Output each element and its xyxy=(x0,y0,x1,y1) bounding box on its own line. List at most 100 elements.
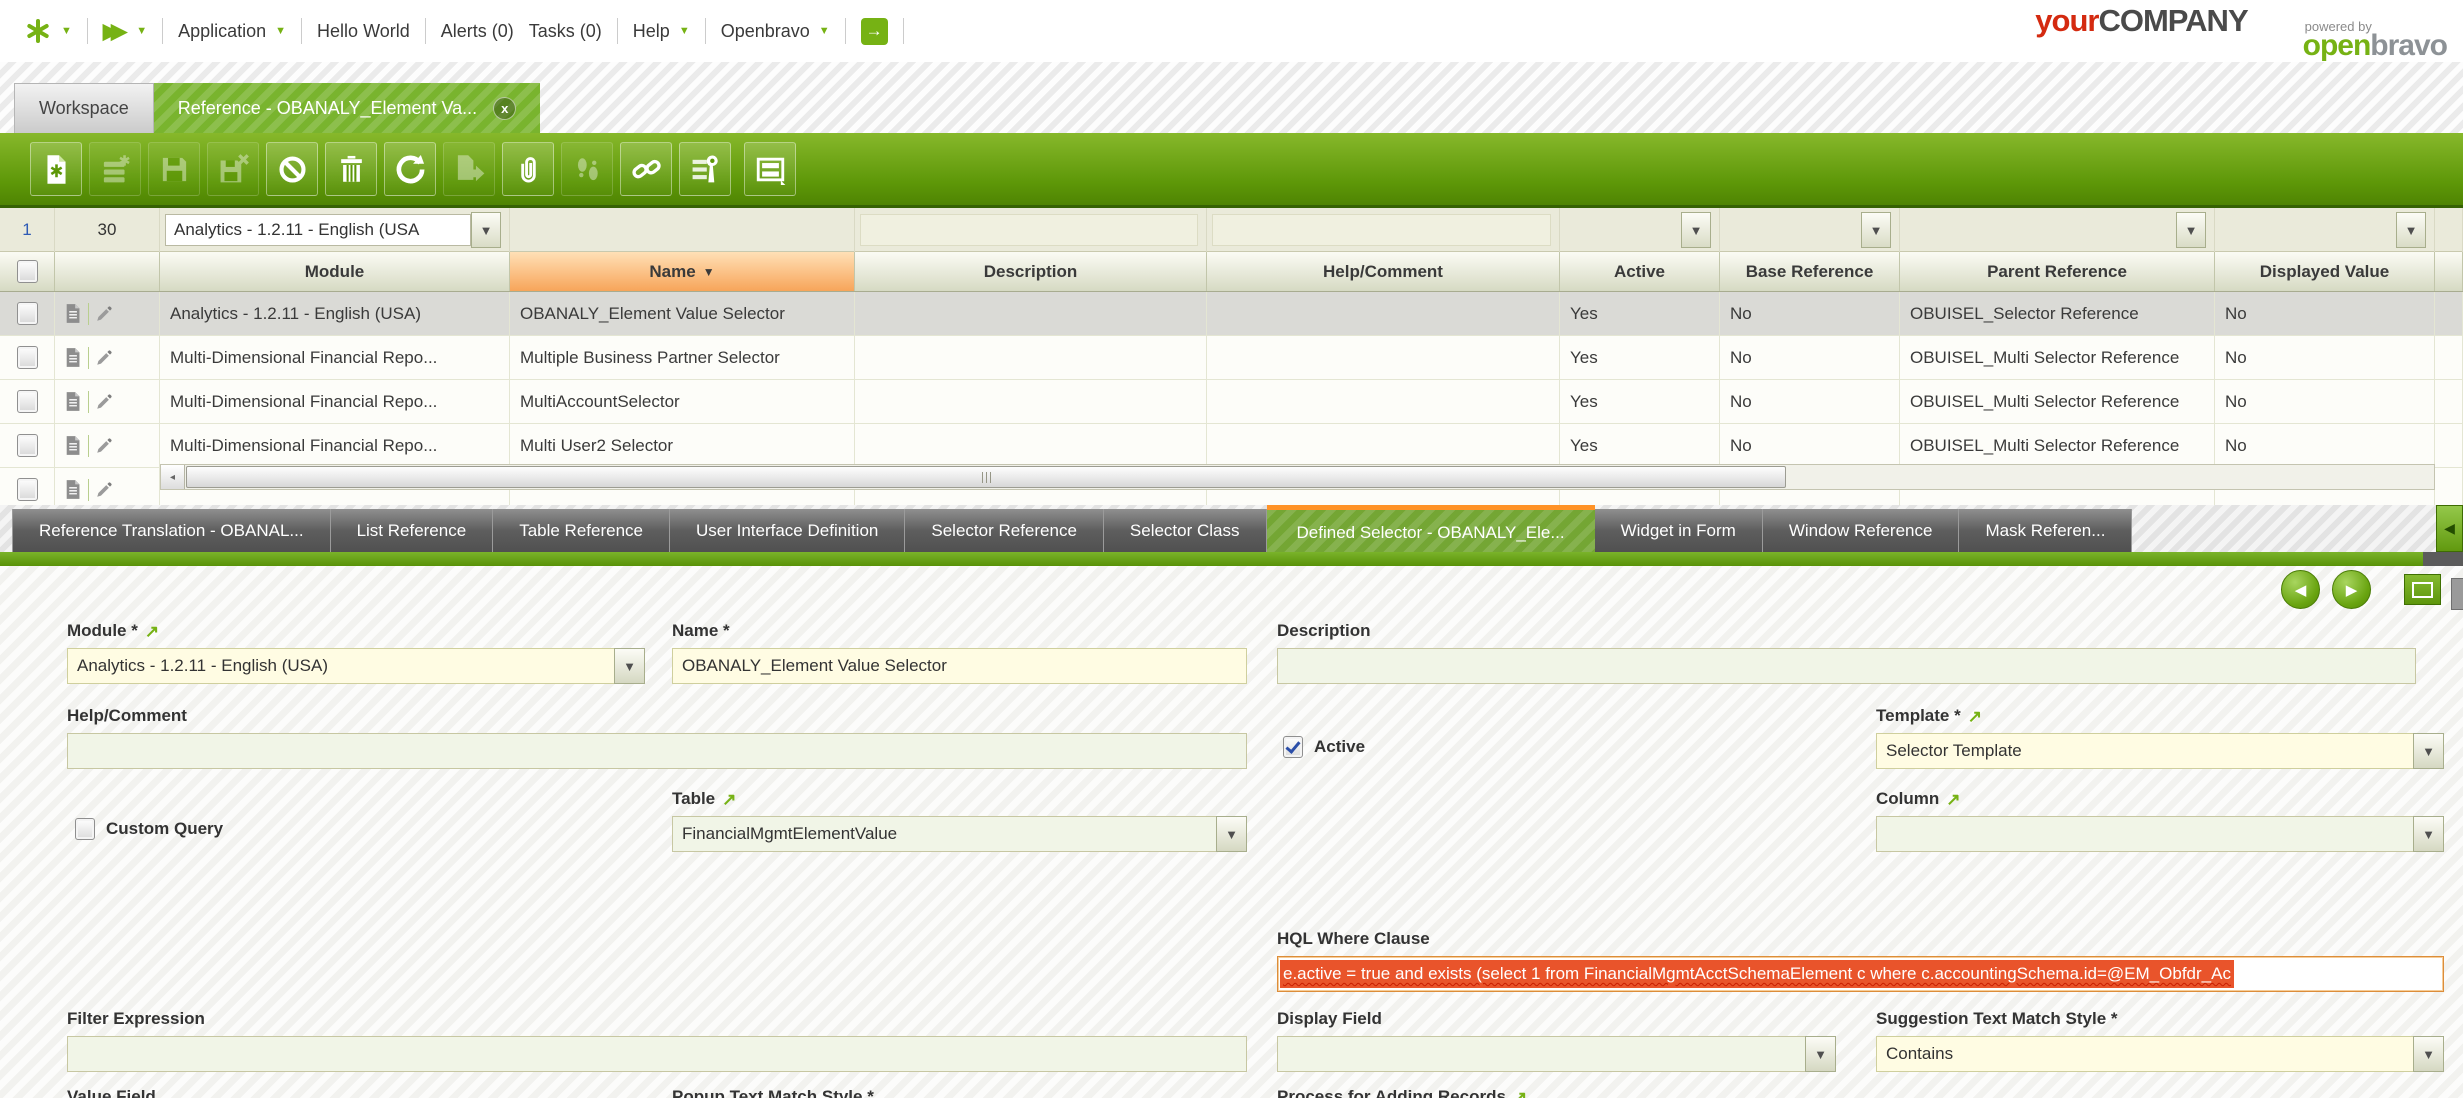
active-checkbox[interactable] xyxy=(1283,736,1303,758)
column-dropdown-button[interactable]: ▼ xyxy=(2413,816,2444,852)
base-reference-filter-dropdown-button[interactable]: ▼ xyxy=(1861,212,1891,248)
table-row[interactable]: Analytics - 1.2.11 - English (USA) OBANA… xyxy=(0,292,2463,336)
tab-selector-reference[interactable]: Selector Reference xyxy=(905,509,1104,552)
audit-trail-button[interactable] xyxy=(561,142,613,196)
row-checkbox[interactable] xyxy=(17,390,38,413)
scroll-left-button[interactable]: ◂ xyxy=(161,465,185,489)
horizontal-scrollbar[interactable]: ◂ xyxy=(160,464,2435,490)
new-row-button[interactable] xyxy=(89,142,141,196)
help-menu[interactable]: Help ▼ xyxy=(633,21,690,42)
column-header-module[interactable]: Module xyxy=(160,252,510,291)
column-header-displayed-value[interactable]: Displayed Value xyxy=(2215,252,2435,291)
open-record-icon[interactable] xyxy=(65,347,82,368)
description-filter-input[interactable] xyxy=(860,214,1198,246)
template-dropdown-button[interactable]: ▼ xyxy=(2413,733,2444,769)
tab-widget-in-form[interactable]: Widget in Form xyxy=(1595,509,1763,552)
display-field-field[interactable] xyxy=(1277,1036,1805,1072)
table-dropdown-button[interactable]: ▼ xyxy=(1216,816,1247,852)
edit-record-icon[interactable] xyxy=(95,437,113,455)
edit-record-icon[interactable] xyxy=(95,481,113,499)
close-icon[interactable]: x xyxy=(493,97,516,120)
delete-button[interactable] xyxy=(325,142,377,196)
active-filter-dropdown-button[interactable]: ▼ xyxy=(1681,212,1711,248)
next-record-button[interactable]: ▶ xyxy=(2332,570,2371,609)
tab-selector-class[interactable]: Selector Class xyxy=(1104,509,1267,552)
module-field[interactable]: Analytics - 1.2.11 - English (USA) xyxy=(67,648,614,684)
column-header-name[interactable]: Name ▼ xyxy=(510,252,855,291)
description-field[interactable] xyxy=(1277,648,2416,684)
tab-user-interface-definition[interactable]: User Interface Definition xyxy=(670,509,905,552)
module-dropdown-button[interactable]: ▼ xyxy=(614,648,645,684)
name-field[interactable]: OBANALY_Element Value Selector xyxy=(672,648,1247,684)
edit-record-icon[interactable] xyxy=(95,305,113,323)
link-to-process-icon[interactable]: ↗ xyxy=(1513,1089,1527,1098)
suggestion-dropdown-button[interactable]: ▼ xyxy=(2413,1036,2444,1072)
display-field-dropdown-button[interactable]: ▼ xyxy=(1805,1036,1836,1072)
refresh-button[interactable] xyxy=(384,142,436,196)
filter-expression-field[interactable] xyxy=(67,1036,1247,1072)
maximize-form-button[interactable] xyxy=(2404,574,2441,605)
table-row[interactable]: Multi-Dimensional Financial Repo... Mult… xyxy=(0,380,2463,424)
hello-world-link[interactable]: Hello World xyxy=(317,21,410,42)
row-checkbox[interactable] xyxy=(17,434,38,457)
template-field[interactable]: Selector Template xyxy=(1876,733,2413,769)
previous-record-button[interactable]: ◀ xyxy=(2281,570,2320,609)
save-button[interactable] xyxy=(148,142,200,196)
attachment-button[interactable] xyxy=(502,142,554,196)
link-to-table-icon[interactable]: ↗ xyxy=(722,791,736,808)
table-field[interactable]: FinancialMgmtElementValue xyxy=(672,816,1216,852)
quick-launch-menu-button[interactable]: ▶▶ ▼ xyxy=(103,19,147,44)
row-checkbox[interactable] xyxy=(17,302,38,325)
link-to-module-icon[interactable]: ↗ xyxy=(145,623,159,640)
hql-where-clause-field[interactable]: e.active = true and exists (select 1 fro… xyxy=(1277,956,2444,992)
alerts-link[interactable]: Alerts (0) xyxy=(441,21,514,42)
link-button[interactable] xyxy=(620,142,672,196)
help-comment-field[interactable] xyxy=(67,733,1247,769)
column-header-active[interactable]: Active xyxy=(1560,252,1720,291)
clipped-side-button[interactable] xyxy=(2451,578,2463,610)
open-record-icon[interactable] xyxy=(65,435,82,456)
column-header-description[interactable]: Description xyxy=(855,252,1207,291)
tab-reference-active[interactable]: Reference - OBANALY_Element Va... x xyxy=(154,83,540,133)
save-close-button[interactable] xyxy=(207,142,259,196)
row-checkbox[interactable] xyxy=(17,478,38,501)
column-field[interactable] xyxy=(1876,816,2413,852)
logout-button[interactable]: → xyxy=(861,18,888,45)
table-row[interactable]: Multi-Dimensional Financial Repo... Mult… xyxy=(0,424,2463,468)
workspace-menu-button[interactable]: ▼ xyxy=(24,17,72,45)
select-all-checkbox[interactable] xyxy=(17,260,38,283)
module-filter-dropdown-button[interactable]: ▼ xyxy=(471,212,501,248)
column-header-base-reference[interactable]: Base Reference xyxy=(1720,252,1900,291)
displayed-value-filter-dropdown-button[interactable]: ▼ xyxy=(2396,212,2426,248)
parent-reference-filter-dropdown-button[interactable]: ▼ xyxy=(2176,212,2206,248)
link-to-column-icon[interactable]: ↗ xyxy=(1946,791,1960,808)
link-to-template-icon[interactable]: ↗ xyxy=(1968,708,1982,725)
grid-form-toggle-button[interactable] xyxy=(744,142,796,196)
tab-workspace[interactable]: Workspace xyxy=(14,83,154,133)
column-header-help[interactable]: Help/Comment xyxy=(1207,252,1560,291)
column-header-parent-reference[interactable]: Parent Reference xyxy=(1900,252,2215,291)
suggestion-text-match-field[interactable]: Contains xyxy=(1876,1036,2413,1072)
export-button[interactable] xyxy=(443,142,495,196)
tasks-link[interactable]: Tasks (0) xyxy=(529,21,602,42)
tab-mask-reference[interactable]: Mask Referen... xyxy=(1959,509,2132,552)
tab-defined-selector-active[interactable]: Defined Selector - OBANALY_Ele... xyxy=(1267,505,1595,552)
module-filter-input[interactable]: Analytics - 1.2.11 - English (USA xyxy=(165,214,471,246)
help-filter-input[interactable] xyxy=(1212,214,1551,246)
open-record-icon[interactable] xyxy=(65,391,82,412)
open-record-icon[interactable] xyxy=(65,303,82,324)
tab-list-reference[interactable]: List Reference xyxy=(331,509,494,552)
window-settings-button[interactable] xyxy=(679,142,731,196)
row-checkbox[interactable] xyxy=(17,346,38,369)
tab-reference-translation[interactable]: Reference Translation - OBANAL... xyxy=(12,509,331,552)
application-menu[interactable]: Application ▼ xyxy=(178,21,286,42)
undo-button[interactable] xyxy=(266,142,318,196)
tab-table-reference[interactable]: Table Reference xyxy=(493,509,670,552)
edit-record-icon[interactable] xyxy=(95,393,113,411)
new-record-button[interactable] xyxy=(30,142,82,196)
scrollbar-thumb[interactable] xyxy=(186,466,1786,488)
name-filter-cell[interactable] xyxy=(510,208,855,252)
table-row[interactable]: Multi-Dimensional Financial Repo... Mult… xyxy=(0,336,2463,380)
tab-scroll-left-button[interactable]: ◀ xyxy=(2436,505,2463,552)
tab-window-reference[interactable]: Window Reference xyxy=(1763,509,1960,552)
